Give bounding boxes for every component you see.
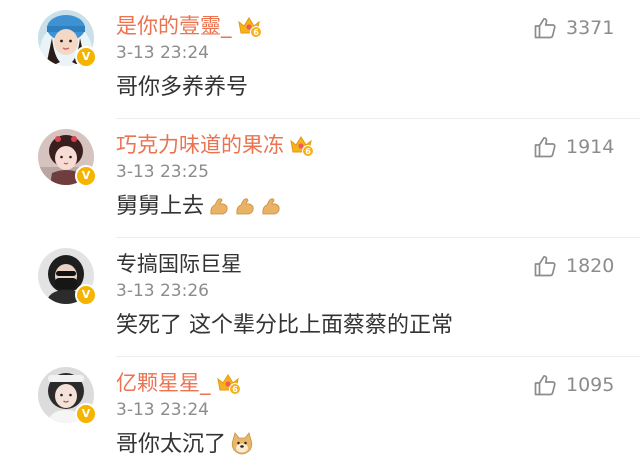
thumbs-up-icon — [534, 136, 556, 158]
avatar[interactable]: V — [38, 10, 97, 68]
comment-item: V 亿颗星星_ 6 3-13 23:24 哥你太沉了 1095 — [0, 356, 640, 475]
comment-text: 哥你太沉了 — [116, 431, 254, 459]
comment-item: V 是你的壹靈_ 6 3-13 23:24 哥你多养养号 3371 — [0, 0, 640, 118]
comment-item: V 巧克力味道的果冻 6 3-13 23:25 舅舅上去 1914 — [0, 118, 640, 237]
comment-text-content: 哥你多养养号 — [116, 75, 249, 100]
member-level-text: 6 — [253, 28, 259, 37]
verified-badge-icon: V — [75, 403, 97, 425]
comment-timestamp: 3-13 23:25 — [116, 162, 209, 182]
comment-username[interactable]: 专搞国际巨星 — [116, 250, 242, 278]
doge-icon — [231, 432, 253, 455]
username-text: 巧克力味道的果冻 — [116, 133, 284, 157]
like-button[interactable]: 1820 — [533, 252, 614, 280]
avatar[interactable]: V — [38, 248, 97, 306]
like-count: 1914 — [566, 136, 615, 158]
member-level-text: 6 — [305, 147, 311, 156]
comment-text-content: 舅舅上去 — [116, 194, 205, 219]
comment-text: 笑死了 这个辈分比上面蔡蔡的正常 — [116, 312, 453, 340]
comment-item: V 专搞国际巨星 3-13 23:26 笑死了 这个辈分比上面蔡蔡的正常 182… — [0, 237, 640, 356]
comment-username[interactable]: 是你的壹靈_ 6 — [116, 12, 262, 40]
comment-text-content: 笑死了 这个辈分比上面蔡蔡的正常 — [116, 313, 453, 338]
username-text: 专搞国际巨星 — [116, 252, 242, 276]
like-count: 1095 — [566, 374, 615, 396]
flexed-biceps-icon — [236, 198, 254, 215]
like-button[interactable]: 1914 — [533, 133, 614, 161]
comment-timestamp: 3-13 23:24 — [116, 43, 209, 63]
like-count: 3371 — [566, 17, 615, 39]
thumbs-up-icon — [534, 255, 556, 277]
comment-username[interactable]: 巧克力味道的果冻 6 — [116, 131, 314, 159]
member-level-text: 6 — [232, 385, 238, 394]
comment-timestamp: 3-13 23:24 — [116, 400, 209, 420]
verified-badge-icon: V — [75, 284, 97, 306]
comment-list: V 是你的壹靈_ 6 3-13 23:24 哥你多养养号 3371 V 巧克力味… — [0, 0, 640, 469]
crown-level-icon: 6 — [290, 136, 314, 157]
username-text: 亿颗星星_ — [116, 371, 211, 395]
comment-text: 舅舅上去 — [116, 193, 282, 221]
avatar[interactable]: V — [38, 367, 97, 425]
username-text: 是你的壹靈_ — [116, 14, 232, 38]
crown-level-icon: 6 — [216, 374, 241, 395]
like-count: 1820 — [566, 255, 615, 277]
verified-badge-icon: V — [75, 165, 97, 187]
avatar[interactable]: V — [38, 129, 97, 187]
comment-text-content: 哥你太沉了 — [116, 432, 227, 457]
comment-text: 哥你多养养号 — [116, 74, 248, 102]
crown-level-icon: 6 — [237, 17, 262, 38]
comment-username[interactable]: 亿颗星星_ 6 — [116, 369, 241, 397]
like-button[interactable]: 1095 — [533, 371, 614, 399]
like-button[interactable]: 3371 — [533, 14, 614, 42]
thumbs-up-icon — [534, 17, 556, 39]
comment-timestamp: 3-13 23:26 — [116, 281, 209, 301]
verified-badge-icon: V — [75, 46, 97, 68]
thumbs-up-icon — [534, 374, 556, 396]
flexed-biceps-icon — [262, 198, 280, 215]
flexed-biceps-icon — [210, 198, 228, 215]
